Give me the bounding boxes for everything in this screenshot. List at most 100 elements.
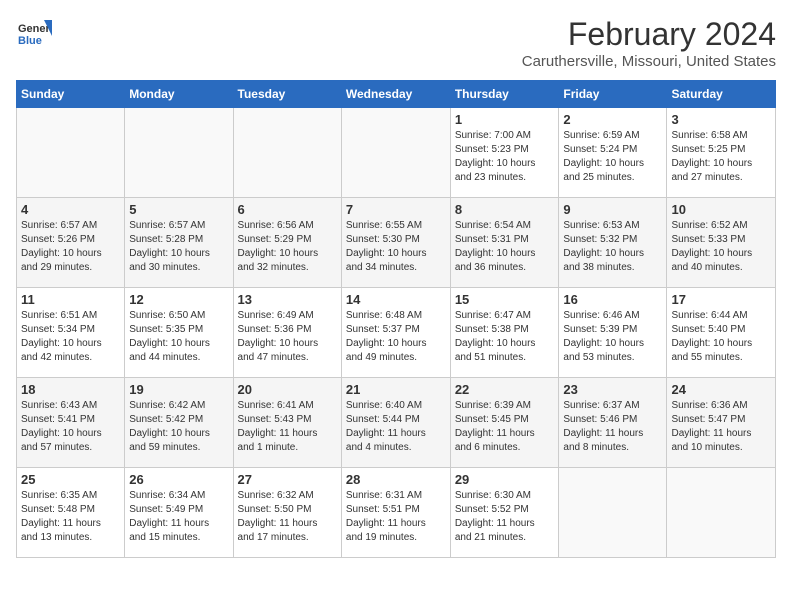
calendar-cell: 9 Sunrise: 6:53 AM Sunset: 5:32 PM Daylig… xyxy=(559,198,667,288)
calendar-cell: 10 Sunrise: 6:52 AM Sunset: 5:33 PM Dayli… xyxy=(667,198,776,288)
day-number: 13 xyxy=(238,292,337,307)
day-number: 15 xyxy=(455,292,555,307)
calendar-cell: 28 Sunrise: 6:31 AM Sunset: 5:51 PM Dayli… xyxy=(341,468,450,558)
day-info: Sunrise: 6:53 AM Sunset: 5:32 PM Dayligh… xyxy=(563,219,662,275)
day-number: 14 xyxy=(346,292,446,307)
day-info: Sunrise: 6:37 AM Sunset: 5:46 PM Dayligh… xyxy=(563,399,662,455)
calendar-cell: 5 Sunrise: 6:57 AM Sunset: 5:28 PM Daylig… xyxy=(125,198,233,288)
calendar-cell: 4 Sunrise: 6:57 AM Sunset: 5:26 PM Daylig… xyxy=(17,198,125,288)
day-number: 3 xyxy=(671,112,771,127)
calendar-week-row: 25 Sunrise: 6:35 AM Sunset: 5:48 PM Dayli… xyxy=(17,468,776,558)
calendar-cell: 15 Sunrise: 6:47 AM Sunset: 5:38 PM Dayli… xyxy=(450,288,559,378)
calendar-cell: 6 Sunrise: 6:56 AM Sunset: 5:29 PM Daylig… xyxy=(233,198,341,288)
weekday-header-sunday: Sunday xyxy=(17,81,125,108)
day-number: 20 xyxy=(238,382,337,397)
calendar-cell: 16 Sunrise: 6:46 AM Sunset: 5:39 PM Dayli… xyxy=(559,288,667,378)
day-info: Sunrise: 6:40 AM Sunset: 5:44 PM Dayligh… xyxy=(346,399,446,455)
page-header: General Blue February 2024 Caruthersvill… xyxy=(16,16,776,70)
day-number: 16 xyxy=(563,292,662,307)
calendar-cell: 14 Sunrise: 6:48 AM Sunset: 5:37 PM Dayli… xyxy=(341,288,450,378)
calendar-cell: 7 Sunrise: 6:55 AM Sunset: 5:30 PM Daylig… xyxy=(341,198,450,288)
day-info: Sunrise: 7:00 AM Sunset: 5:23 PM Dayligh… xyxy=(455,129,555,185)
day-info: Sunrise: 6:52 AM Sunset: 5:33 PM Dayligh… xyxy=(671,219,771,275)
day-info: Sunrise: 6:42 AM Sunset: 5:42 PM Dayligh… xyxy=(129,399,228,455)
day-number: 5 xyxy=(129,202,228,217)
weekday-header-monday: Monday xyxy=(125,81,233,108)
day-info: Sunrise: 6:43 AM Sunset: 5:41 PM Dayligh… xyxy=(21,399,120,455)
calendar-cell: 23Sunrise: 6:37 AM Sunset: 5:46 PM Dayli… xyxy=(559,378,667,468)
day-info: Sunrise: 6:57 AM Sunset: 5:28 PM Dayligh… xyxy=(129,219,228,275)
day-number: 26 xyxy=(129,472,228,487)
day-info: Sunrise: 6:47 AM Sunset: 5:38 PM Dayligh… xyxy=(455,309,555,365)
calendar-cell xyxy=(667,468,776,558)
day-info: Sunrise: 6:50 AM Sunset: 5:35 PM Dayligh… xyxy=(129,309,228,365)
calendar-cell: 20Sunrise: 6:41 AM Sunset: 5:43 PM Dayli… xyxy=(233,378,341,468)
svg-text:Blue: Blue xyxy=(18,35,42,47)
weekday-header-saturday: Saturday xyxy=(667,81,776,108)
calendar-cell: 18 Sunrise: 6:43 AM Sunset: 5:41 PM Dayli… xyxy=(17,378,125,468)
day-info: Sunrise: 6:49 AM Sunset: 5:36 PM Dayligh… xyxy=(238,309,337,365)
calendar-cell: 24 Sunrise: 6:36 AM Sunset: 5:47 PM Dayli… xyxy=(667,378,776,468)
calendar-cell xyxy=(559,468,667,558)
day-number: 11 xyxy=(21,292,120,307)
calendar-cell: 11 Sunrise: 6:51 AM Sunset: 5:34 PM Dayli… xyxy=(17,288,125,378)
weekday-header-friday: Friday xyxy=(559,81,667,108)
calendar-week-row: 11 Sunrise: 6:51 AM Sunset: 5:34 PM Dayli… xyxy=(17,288,776,378)
calendar-table: SundayMondayTuesdayWednesdayThursdayFrid… xyxy=(16,80,776,558)
day-number: 17 xyxy=(671,292,771,307)
day-number: 29 xyxy=(455,472,555,487)
calendar-cell: 22 Sunrise: 6:39 AM Sunset: 5:45 PM Dayli… xyxy=(450,378,559,468)
calendar-title: February 2024 xyxy=(522,16,776,53)
calendar-cell: 19 Sunrise: 6:42 AM Sunset: 5:42 PM Dayli… xyxy=(125,378,233,468)
weekday-header-wednesday: Wednesday xyxy=(341,81,450,108)
day-number: 21 xyxy=(346,382,446,397)
day-number: 19 xyxy=(129,382,228,397)
calendar-cell: 3 Sunrise: 6:58 AM Sunset: 5:25 PM Daylig… xyxy=(667,108,776,198)
day-info: Sunrise: 6:30 AM Sunset: 5:52 PM Dayligh… xyxy=(455,489,555,545)
weekday-header-row: SundayMondayTuesdayWednesdayThursdayFrid… xyxy=(17,81,776,108)
calendar-cell: 2Sunrise: 6:59 AM Sunset: 5:24 PM Daylig… xyxy=(559,108,667,198)
day-number: 4 xyxy=(21,202,120,217)
calendar-cell: 29 Sunrise: 6:30 AM Sunset: 5:52 PM Dayli… xyxy=(450,468,559,558)
calendar-week-row: 18 Sunrise: 6:43 AM Sunset: 5:41 PM Dayli… xyxy=(17,378,776,468)
day-number: 22 xyxy=(455,382,555,397)
calendar-cell xyxy=(233,108,341,198)
day-info: Sunrise: 6:56 AM Sunset: 5:29 PM Dayligh… xyxy=(238,219,337,275)
calendar-week-row: 4 Sunrise: 6:57 AM Sunset: 5:26 PM Daylig… xyxy=(17,198,776,288)
day-info: Sunrise: 6:31 AM Sunset: 5:51 PM Dayligh… xyxy=(346,489,446,545)
day-number: 28 xyxy=(346,472,446,487)
day-number: 24 xyxy=(671,382,771,397)
day-info: Sunrise: 6:57 AM Sunset: 5:26 PM Dayligh… xyxy=(21,219,120,275)
calendar-cell xyxy=(341,108,450,198)
day-info: Sunrise: 6:46 AM Sunset: 5:39 PM Dayligh… xyxy=(563,309,662,365)
day-number: 8 xyxy=(455,202,555,217)
title-section: February 2024 Caruthersville, Missouri, … xyxy=(522,16,776,70)
day-number: 18 xyxy=(21,382,120,397)
day-info: Sunrise: 6:55 AM Sunset: 5:30 PM Dayligh… xyxy=(346,219,446,275)
day-number: 10 xyxy=(671,202,771,217)
day-number: 1 xyxy=(455,112,555,127)
day-number: 2 xyxy=(563,112,662,127)
logo: General Blue xyxy=(16,16,52,52)
day-number: 9 xyxy=(563,202,662,217)
calendar-cell: 21 Sunrise: 6:40 AM Sunset: 5:44 PM Dayli… xyxy=(341,378,450,468)
day-info: Sunrise: 6:34 AM Sunset: 5:49 PM Dayligh… xyxy=(129,489,228,545)
calendar-cell: 8Sunrise: 6:54 AM Sunset: 5:31 PM Daylig… xyxy=(450,198,559,288)
day-info: Sunrise: 6:51 AM Sunset: 5:34 PM Dayligh… xyxy=(21,309,120,365)
day-info: Sunrise: 6:36 AM Sunset: 5:47 PM Dayligh… xyxy=(671,399,771,455)
calendar-cell xyxy=(17,108,125,198)
calendar-cell: 12 Sunrise: 6:50 AM Sunset: 5:35 PM Dayli… xyxy=(125,288,233,378)
weekday-header-tuesday: Tuesday xyxy=(233,81,341,108)
calendar-week-row: 1 Sunrise: 7:00 AM Sunset: 5:23 PM Daylig… xyxy=(17,108,776,198)
day-info: Sunrise: 6:39 AM Sunset: 5:45 PM Dayligh… xyxy=(455,399,555,455)
day-number: 6 xyxy=(238,202,337,217)
day-info: Sunrise: 6:35 AM Sunset: 5:48 PM Dayligh… xyxy=(21,489,120,545)
weekday-header-thursday: Thursday xyxy=(450,81,559,108)
day-info: Sunrise: 6:58 AM Sunset: 5:25 PM Dayligh… xyxy=(671,129,771,185)
calendar-cell: 27Sunrise: 6:32 AM Sunset: 5:50 PM Dayli… xyxy=(233,468,341,558)
day-number: 7 xyxy=(346,202,446,217)
day-info: Sunrise: 6:48 AM Sunset: 5:37 PM Dayligh… xyxy=(346,309,446,365)
day-info: Sunrise: 6:44 AM Sunset: 5:40 PM Dayligh… xyxy=(671,309,771,365)
day-number: 25 xyxy=(21,472,120,487)
day-number: 12 xyxy=(129,292,228,307)
